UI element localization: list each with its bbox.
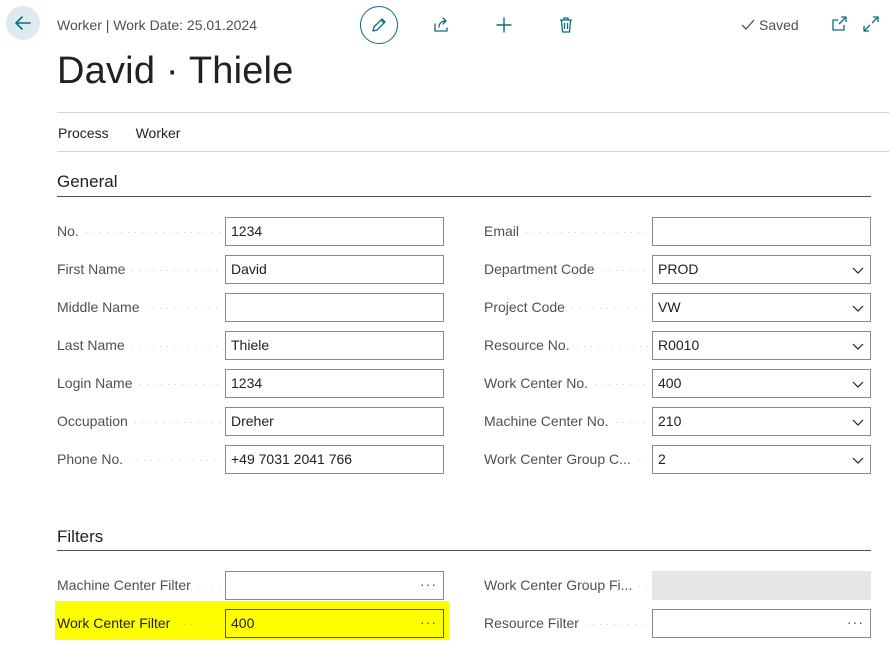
field-work-center-filter: Work Center Filter 400 ··· (57, 608, 444, 638)
field-no: No. 1234 (57, 216, 444, 246)
select-value: PROD (658, 261, 699, 277)
chevron-down-icon (852, 457, 864, 464)
field-occupation: Occupation Dreher (57, 406, 444, 436)
saved-status: Saved (740, 17, 799, 33)
expand-icon (863, 16, 879, 32)
phone-no-input[interactable]: +49 7031 2041 766 (225, 444, 444, 474)
field-label: No. (57, 223, 79, 239)
project-code-select[interactable]: VW (652, 292, 871, 322)
page-context: Worker | Work Date: 25.01.2024 (57, 17, 257, 33)
share-button[interactable] (423, 6, 461, 44)
check-icon (741, 19, 755, 30)
field-label: Work Center No. (484, 375, 588, 391)
field-label: Resource No. (484, 337, 570, 353)
field-machine-center-filter: Machine Center Filter ··· (57, 570, 444, 600)
saved-label: Saved (759, 17, 799, 33)
resource-no-select[interactable]: R0010 (652, 330, 871, 360)
back-button[interactable] (6, 6, 40, 40)
field-resource-no: Resource No. R0010 (484, 330, 871, 360)
select-value: R0010 (658, 337, 700, 353)
field-label: Work Center Group Fi... (484, 577, 633, 593)
occupation-input[interactable]: Dreher (225, 406, 444, 436)
work-center-no-select[interactable]: 400 (652, 368, 871, 398)
divider (57, 151, 889, 152)
field-email: Email (484, 216, 871, 246)
field-login-name: Login Name 1234 (57, 368, 444, 398)
input-value: 400 (231, 615, 255, 631)
ellipsis-icon[interactable]: ··· (420, 576, 437, 592)
section-divider (57, 550, 871, 551)
field-first-name: First Name David (57, 254, 444, 284)
select-value: VW (658, 299, 681, 315)
field-work-center-no: Work Center No. 400 (484, 368, 871, 398)
login-name-input[interactable]: 1234 (225, 368, 444, 398)
menu-item-worker[interactable]: Worker (136, 125, 181, 141)
middle-name-input[interactable] (225, 292, 444, 322)
chevron-down-icon (852, 267, 864, 274)
share-icon (434, 17, 448, 32)
delete-button[interactable] (547, 6, 585, 44)
arrow-left-icon (15, 16, 31, 30)
page-title: David · Thiele (57, 50, 294, 92)
chevron-down-icon (852, 305, 864, 312)
field-work-center-group-filter: Work Center Group Fi... (484, 570, 871, 600)
field-project-code: Project Code VW (484, 292, 871, 322)
menu-item-process[interactable]: Process (58, 125, 109, 141)
edit-button[interactable] (360, 6, 398, 44)
trash-icon (560, 17, 572, 33)
resource-filter-input[interactable]: ··· (652, 608, 871, 638)
field-label: Email (484, 223, 520, 239)
section-divider (57, 196, 871, 197)
section-title-filters: Filters (57, 527, 104, 546)
field-label: Resource Filter (484, 615, 579, 631)
field-label: Project Code (484, 299, 565, 315)
email-input[interactable] (652, 216, 871, 246)
no-input[interactable]: 1234 (225, 216, 444, 246)
field-label: Occupation (57, 413, 128, 429)
field-department-code: Department Code PROD (484, 254, 871, 284)
divider (57, 112, 889, 113)
chevron-down-icon (852, 419, 864, 426)
action-menu: Process Worker (58, 125, 207, 141)
section-title-general: General (57, 172, 118, 191)
field-work-center-group-code: Work Center Group C... 2 (484, 444, 871, 474)
select-value: 400 (658, 375, 682, 391)
field-label: Login Name (57, 375, 133, 391)
chevron-down-icon (852, 381, 864, 388)
open-in-new-window-icon (832, 16, 847, 31)
select-value: 210 (658, 413, 682, 429)
select-value: 2 (658, 451, 666, 467)
field-phone-no: Phone No. +49 7031 2041 766 (57, 444, 444, 474)
chevron-down-icon (852, 343, 864, 350)
field-resource-filter: Resource Filter ··· (484, 608, 871, 638)
field-label: Machine Center No. (484, 413, 609, 429)
work-center-filter-input[interactable]: 400 ··· (225, 608, 444, 638)
field-label: Machine Center Filter (57, 577, 191, 593)
pencil-icon (372, 18, 386, 32)
action-bar (360, 6, 609, 44)
machine-center-filter-input[interactable]: ··· (225, 570, 444, 600)
field-label: First Name (57, 261, 126, 277)
field-label: Work Center Group C... (484, 451, 631, 467)
machine-center-no-select[interactable]: 210 (652, 406, 871, 436)
field-middle-name: Middle Name (57, 292, 444, 322)
new-button[interactable] (485, 6, 523, 44)
field-label: Work Center Filter (57, 615, 171, 631)
plus-icon (496, 17, 512, 33)
field-last-name: Last Name Thiele (57, 330, 444, 360)
open-new-window-button[interactable] (830, 15, 850, 35)
department-code-select[interactable]: PROD (652, 254, 871, 284)
work-center-group-filter-input (652, 570, 871, 600)
ellipsis-icon[interactable]: ··· (847, 614, 864, 630)
field-label: Last Name (57, 337, 125, 353)
last-name-input[interactable]: Thiele (225, 330, 444, 360)
field-machine-center-no: Machine Center No. 210 (484, 406, 871, 436)
expand-button[interactable] (862, 15, 882, 35)
first-name-input[interactable]: David (225, 254, 444, 284)
field-label: Middle Name (57, 299, 140, 315)
field-label: Department Code (484, 261, 595, 277)
field-label: Phone No. (57, 451, 124, 467)
work-center-group-code-select[interactable]: 2 (652, 444, 871, 474)
ellipsis-icon[interactable]: ··· (420, 614, 437, 630)
